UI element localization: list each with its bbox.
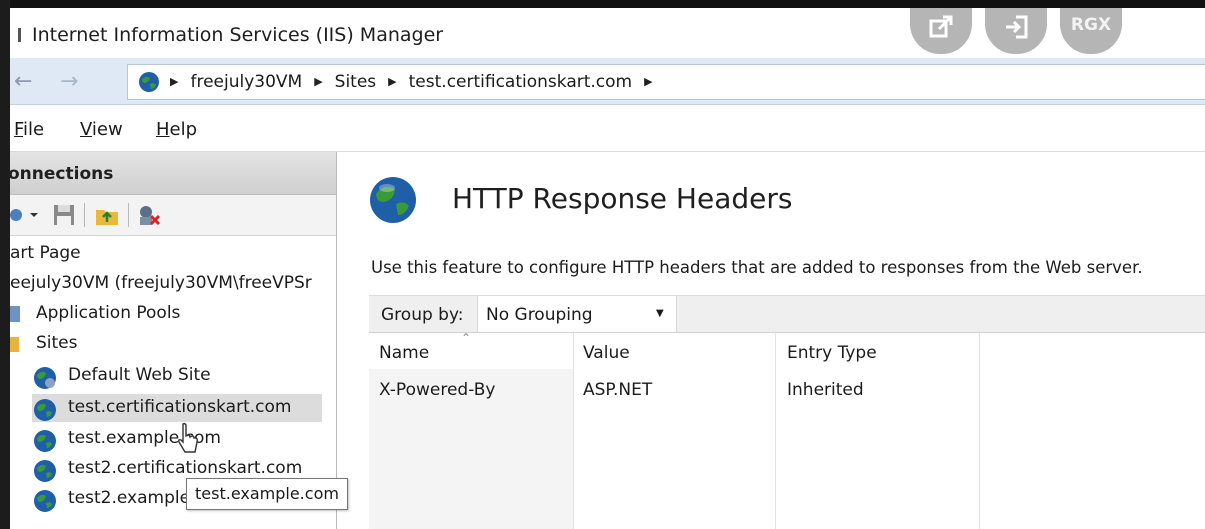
address-bar: ← → ▶ freejuly30VM ▶ Sites ▶ test.certificati… xyxy=(10,58,1205,105)
tree-item-start-page[interactable]: art Page xyxy=(10,240,330,268)
save-icon[interactable] xyxy=(52,203,76,227)
http-headers-globe-icon xyxy=(370,177,416,223)
group-by-select[interactable]: No Grouping ▼ xyxy=(477,296,677,332)
globe-icon xyxy=(34,399,56,421)
menu-help[interactable]: Help xyxy=(156,119,197,140)
globe-icon xyxy=(34,490,56,512)
sort-caret-icon: ⌃ xyxy=(461,331,472,345)
globe-icon xyxy=(139,72,159,92)
popout-overlay-button[interactable] xyxy=(910,8,972,54)
breadcrumb-server[interactable]: freejuly30VM xyxy=(190,72,302,92)
headers-list: ⌃ Name X-Powered-By Value ASP.NET Entry … xyxy=(369,331,1205,529)
page-title: HTTP Response Headers xyxy=(452,182,793,215)
rgx-overlay-button[interactable]: RGX xyxy=(1060,8,1122,54)
connections-title: onnections xyxy=(8,164,114,184)
window-title: Internet Information Services (IIS) Mana… xyxy=(32,24,444,46)
breadcrumb-sites[interactable]: Sites xyxy=(335,72,377,92)
rgx-label: RGX xyxy=(1070,15,1112,35)
connections-pane: onnections art Page eejuly30VM (freejuly xyxy=(8,152,337,529)
tree-item-application-pools[interactable]: Application Pools xyxy=(10,300,330,328)
group-by-label: Group by: xyxy=(381,305,464,325)
sign-in-icon xyxy=(1006,15,1028,39)
title-bar: Internet Information Services (IIS) Mana… xyxy=(10,8,1205,58)
tree-item-site[interactable]: Default Web Site xyxy=(32,362,330,390)
toolbar-divider xyxy=(128,203,129,227)
table-cell-name[interactable]: X-Powered-By xyxy=(379,380,495,400)
connect-dropdown-icon[interactable] xyxy=(10,203,44,227)
column-name: ⌃ Name X-Powered-By xyxy=(369,331,574,529)
breadcrumb-chevron-icon[interactable]: ▶ xyxy=(388,75,396,88)
app-icon xyxy=(18,28,21,42)
group-by-value: No Grouping xyxy=(486,305,593,325)
toolbar-divider xyxy=(84,203,85,227)
app-pool-icon xyxy=(10,306,20,322)
table-cell-entry-type[interactable]: Inherited xyxy=(787,380,864,400)
window-top-edge xyxy=(0,0,1205,8)
disconnect-icon[interactable] xyxy=(136,203,162,227)
window-left-edge xyxy=(0,0,10,529)
tree-item-server[interactable]: eejuly30VM (freejuly30VM\freeVPSr xyxy=(10,270,336,298)
enter-overlay-button[interactable] xyxy=(985,8,1047,54)
breadcrumb-site[interactable]: test.certificationskart.com xyxy=(409,72,632,92)
globe-icon xyxy=(34,430,56,452)
default-site-globe-icon xyxy=(34,367,56,389)
column-entry-type: Entry Type Inherited xyxy=(775,331,980,529)
tooltip: test.example.com xyxy=(186,478,348,510)
connections-toolbar xyxy=(10,195,336,236)
back-arrow-icon[interactable]: ← xyxy=(14,69,32,94)
tree-item-site-selected[interactable]: test.certificationskart.com xyxy=(32,394,322,422)
chevron-down-icon: ▼ xyxy=(656,308,664,319)
forward-arrow-icon[interactable]: → xyxy=(60,69,78,94)
group-by-bar: Group by: No Grouping ▼ xyxy=(369,295,1205,333)
popout-icon xyxy=(929,15,953,38)
table-cell-value[interactable]: ASP.NET xyxy=(583,380,652,400)
breadcrumb-chevron-icon[interactable]: ▶ xyxy=(314,75,322,88)
column-value: Value ASP.NET xyxy=(573,331,776,529)
folder-icon xyxy=(10,337,19,352)
column-header-name[interactable]: Name xyxy=(379,343,429,363)
column-header-value[interactable]: Value xyxy=(583,343,630,363)
menu-view[interactable]: View xyxy=(80,119,123,140)
hand-cursor-icon xyxy=(178,422,199,453)
tree-item-sites[interactable]: Sites xyxy=(10,330,330,358)
feature-pane: HTTP Response Headers Use this feature t… xyxy=(345,152,1205,529)
feature-description: Use this feature to configure HTTP heade… xyxy=(371,258,1143,277)
breadcrumb-chevron-icon[interactable]: ▶ xyxy=(170,75,178,88)
up-folder-icon[interactable] xyxy=(94,203,120,227)
globe-icon xyxy=(34,460,56,482)
connections-header: onnections xyxy=(8,152,336,195)
breadcrumb-chevron-icon[interactable]: ▶ xyxy=(644,75,652,88)
menu-file[interactable]: File xyxy=(14,119,44,140)
breadcrumb[interactable]: ▶ freejuly30VM ▶ Sites ▶ test.certificationsk… xyxy=(127,64,1205,100)
column-header-entry-type[interactable]: Entry Type xyxy=(787,343,877,363)
menu-bar: File View Help xyxy=(10,105,1205,152)
